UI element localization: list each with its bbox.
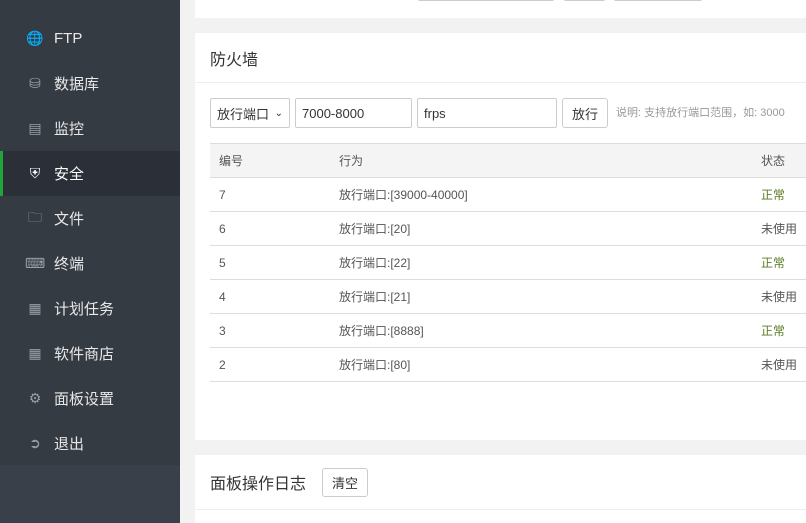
sidebar-item-label: FTP xyxy=(54,30,83,47)
sidebar-item-label: 数据库 xyxy=(54,76,100,93)
action-select-value: 放行端口 xyxy=(217,106,270,122)
log-header: 面板操作日志 清空 xyxy=(195,455,806,510)
table-row: 7 放行端口:[39000-40000] 正常 xyxy=(210,177,806,212)
rule-action: 放行端口:[20] xyxy=(330,211,754,246)
rule-action: 放行端口:[80] xyxy=(330,347,754,382)
log-card: 面板操作日志 清空 xyxy=(195,455,806,523)
rule-status[interactable]: 正常 xyxy=(754,313,806,348)
table-row: 5 放行端口:[22] 正常 xyxy=(210,245,806,280)
rule-id: 2 xyxy=(210,347,330,382)
sidebar-item-2[interactable]: ▤ 监控 xyxy=(0,106,180,151)
sidebar-item-9[interactable]: ➲ 退出 xyxy=(0,421,180,466)
calendar-icon: ▦ xyxy=(28,300,42,316)
rule-status[interactable]: 未使用 xyxy=(754,279,806,314)
monitor-icon: ▤ xyxy=(28,120,42,136)
terminal-icon: ⌨ xyxy=(24,255,46,271)
rule-action: 放行端口:[8888] xyxy=(330,313,754,348)
sidebar: 🌐 FTP ⛁ 数据库 ▤ 监控 ⛨ 安全 🗀 文件 ⌨ 终端 ▦ 计划任务 ▦ 软件商店 ⚙ 面板设置 ➲ 退出 xyxy=(0,0,180,523)
rule-status[interactable]: 未使用 xyxy=(754,211,806,246)
column-header-action: 行为 xyxy=(330,143,754,178)
shield-icon: ⛨ xyxy=(29,165,41,181)
sidebar-menu: 🌐 FTP ⛁ 数据库 ▤ 监控 ⛨ 安全 🗀 文件 ⌨ 终端 ▦ 计划任务 ▦ 软件商店 ⚙ 面板设置 ➲ 退出 xyxy=(0,0,180,465)
sidebar-item-3[interactable]: ⛨ 安全 xyxy=(0,151,180,196)
sidebar-item-4[interactable]: 🗀 文件 xyxy=(0,196,180,241)
firewall-title: 防火墙 xyxy=(195,33,806,83)
folder-icon: 🗀 xyxy=(28,208,42,225)
sidebar-item-0[interactable]: 🌐 FTP xyxy=(0,16,180,61)
database-icon: ⛁ xyxy=(29,75,41,91)
firewall-note: 说明: 支持放行端口范围，如: 3000 xyxy=(616,107,785,119)
chevron-down-icon: ⌄ xyxy=(274,107,283,119)
sidebar-item-5[interactable]: ⌨ 终端 xyxy=(0,241,180,286)
sidebar-item-label: 退出 xyxy=(54,436,85,453)
firewall-card: 防火墙 放行端口 ⌄ 7000-8000 frps 放行 说明: 支持放行端口范围… xyxy=(195,33,806,440)
table-row: 4 放行端口:[21] 未使用 xyxy=(210,279,806,314)
column-header-id: 编号 xyxy=(210,143,330,178)
sidebar-item-8[interactable]: ⚙ 面板设置 xyxy=(0,376,180,421)
remark-input[interactable]: frps xyxy=(417,98,557,128)
sidebar-item-label: 面板设置 xyxy=(54,391,115,408)
rule-status[interactable]: 正常 xyxy=(754,177,806,212)
action-select[interactable]: 放行端口 ⌄ xyxy=(210,98,290,128)
rule-action: 放行端口:[22] xyxy=(330,245,754,280)
table-row: 6 放行端口:[20] 未使用 xyxy=(210,211,806,246)
rule-status[interactable]: 未使用 xyxy=(754,347,806,382)
grid-icon: ▦ xyxy=(28,345,42,361)
top-card xyxy=(195,0,806,18)
table-row: 3 放行端口:[8888] 正常 xyxy=(210,313,806,348)
clear-log-button[interactable]: 清空 xyxy=(322,467,369,497)
sidebar-item-label: 监控 xyxy=(54,121,85,138)
sidebar-item-label: 软件商店 xyxy=(54,346,115,363)
rule-status[interactable]: 正常 xyxy=(754,245,806,280)
sidebar-item-label: 安全 xyxy=(54,166,85,183)
gear-icon: ⚙ xyxy=(28,390,42,406)
sidebar-item-6[interactable]: ▦ 计划任务 xyxy=(0,286,180,331)
port-input[interactable]: 7000-8000 xyxy=(295,98,412,128)
sidebar-item-label: 计划任务 xyxy=(54,301,115,318)
table-row: 2 放行端口:[80] 未使用 xyxy=(210,347,806,382)
allow-button[interactable]: 放行 xyxy=(562,98,609,128)
sidebar-item-1[interactable]: ⛁ 数据库 xyxy=(0,61,180,106)
logout-icon: ➲ xyxy=(29,435,41,451)
sidebar-item-7[interactable]: ▦ 软件商店 xyxy=(0,331,180,376)
rule-id: 6 xyxy=(210,211,330,246)
ftp-icon: 🌐 xyxy=(26,30,44,46)
button[interactable] xyxy=(417,0,555,1)
rule-id: 5 xyxy=(210,245,330,280)
firewall-table: 编号 行为 状态 7 放行端口:[39000-40000] 正常 6 放行端口:[20]… xyxy=(210,143,806,382)
sidebar-item-label: 终端 xyxy=(54,256,85,273)
rule-action: 放行端口:[39000-40000] xyxy=(330,177,754,212)
log-title: 面板操作日志 xyxy=(210,476,307,493)
rule-id: 4 xyxy=(210,279,330,314)
firewall-form: 放行端口 ⌄ 7000-8000 frps 放行 说明: 支持放行端口范围，如: … xyxy=(210,98,800,128)
button[interactable] xyxy=(613,0,703,1)
rule-action: 放行端口:[21] xyxy=(330,279,754,314)
rule-id: 3 xyxy=(210,313,330,348)
column-header-status: 状态 xyxy=(754,143,806,178)
rule-id: 7 xyxy=(210,177,330,212)
button[interactable] xyxy=(563,0,606,1)
sidebar-item-label: 文件 xyxy=(54,211,85,228)
